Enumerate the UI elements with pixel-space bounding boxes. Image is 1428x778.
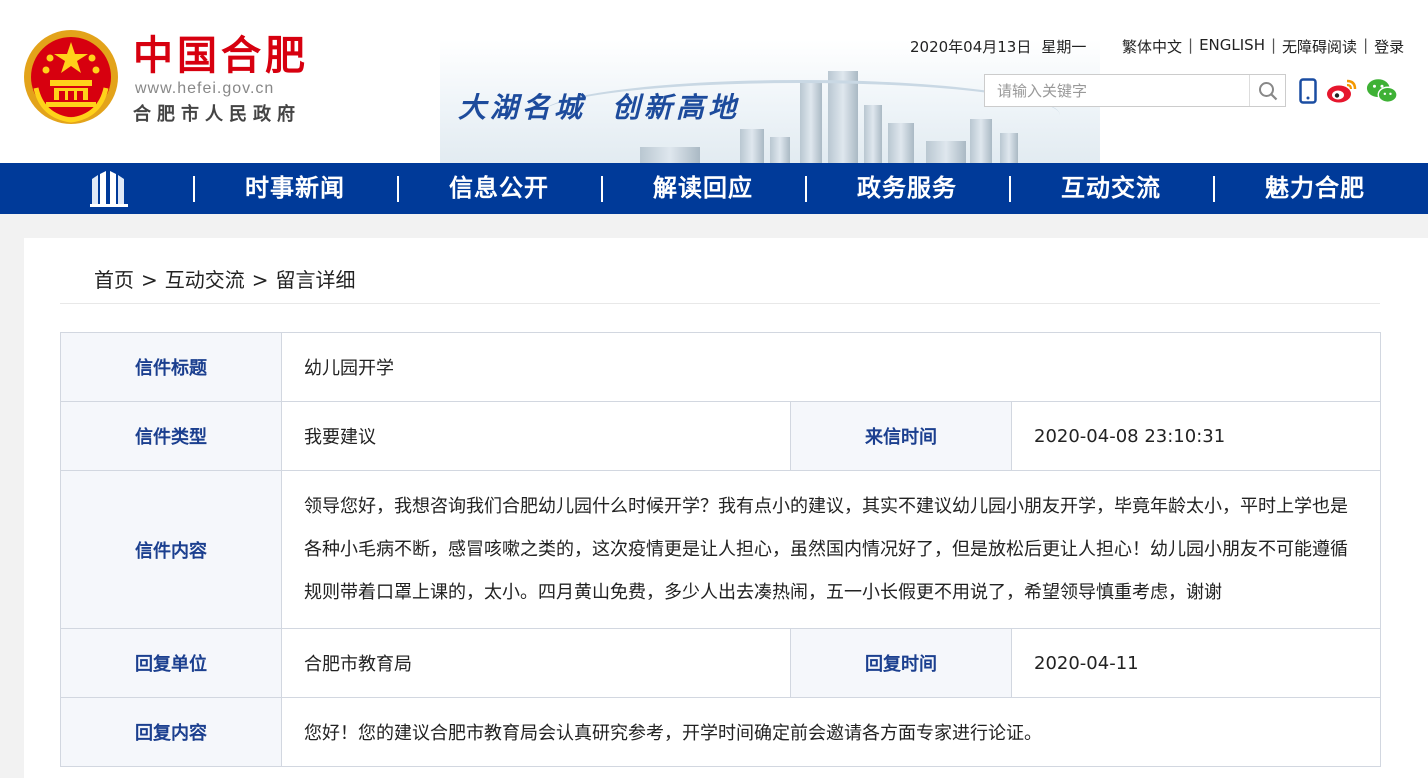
site-domain: www.hefei.gov.cn (135, 80, 275, 97)
nav-item-info-disclosure[interactable]: 信息公开 (399, 163, 599, 214)
main-nav: 时事新闻 信息公开 解读回应 政务服务 互动交流 魅力合肥 (0, 163, 1428, 214)
login-link[interactable]: 登录 (1374, 36, 1404, 57)
table-row: 回复单位 合肥市教育局 回复时间 2020-04-11 (60, 628, 1382, 698)
breadcrumb-separator: > (141, 268, 158, 292)
breadcrumb-home[interactable]: 首页 (94, 268, 134, 292)
breadcrumb: 首页 > 互动交流 > 留言详细 (94, 264, 356, 293)
search-button[interactable] (1249, 75, 1285, 106)
weibo-icon (1327, 79, 1357, 103)
breadcrumb-current: 留言详细 (275, 268, 356, 292)
top-links: 繁体中文 | ENGLISH | 无障碍阅读 | 登录 (1122, 36, 1404, 57)
title-label: 信件标题 (60, 332, 282, 402)
nav-home-button[interactable] (88, 171, 130, 207)
type-label: 信件类型 (60, 401, 282, 471)
traditional-chinese-link[interactable]: 繁体中文 (1122, 36, 1182, 57)
letter-title: 幼儿园开学 (280, 332, 1382, 402)
table-row: 信件标题 幼儿园开学 (60, 332, 1382, 402)
accessibility-link[interactable]: 无障碍阅读 (1282, 36, 1357, 57)
link-divider: | (1188, 36, 1194, 54)
reply-content: 您好！您的建议合肥市教育局会认真研究参考，开学时间确定前会邀请各方面专家进行论证… (280, 697, 1382, 767)
nav-item-interpretation[interactable]: 解读回应 (603, 163, 803, 214)
received-time: 2020-04-08 23:10:31 (1010, 401, 1382, 471)
site-subtitle: 合肥市人民政府 (133, 104, 301, 125)
received-time-label: 来信时间 (790, 401, 1012, 471)
current-date: 2020年04月13日 (910, 38, 1032, 56)
nav-item-charm-hefei[interactable]: 魅力合肥 (1215, 163, 1415, 214)
mobile-icon (1299, 78, 1317, 104)
search-icon (1258, 81, 1277, 100)
nav-item-interaction[interactable]: 互动交流 (1011, 163, 1211, 214)
letter-type: 我要建议 (281, 401, 791, 471)
slogan-part-2: 创新高地 (612, 91, 741, 124)
mobile-button[interactable] (1292, 76, 1324, 106)
english-link[interactable]: ENGLISH (1199, 36, 1265, 57)
current-weekday: 星期一 (1041, 38, 1087, 56)
wechat-icon (1366, 79, 1398, 103)
breadcrumb-interaction[interactable]: 互动交流 (165, 268, 245, 292)
reply-time: 2020-04-11 (1010, 628, 1382, 698)
nav-item-gov-services[interactable]: 政务服务 (807, 163, 1007, 214)
letter-detail-table: 信件标题 幼儿园开学 信件类型 我要建议 来信时间 2020-04-08 23:… (60, 332, 1382, 767)
search-box (984, 74, 1286, 107)
building-home-icon (90, 171, 128, 207)
breadcrumb-separator: > (251, 268, 269, 292)
reply-unit: 合肥市教育局 (281, 628, 791, 698)
letter-content: 领导您好，我想咨询我们合肥幼儿园什么时候开学？我有点小的建议，其实不建议幼儿园小… (280, 470, 1382, 629)
reply-time-label: 回复时间 (790, 628, 1012, 698)
nav-item-news[interactable]: 时事新闻 (195, 163, 395, 214)
date-display: 2020年04月13日 星期一 (910, 36, 1086, 57)
breadcrumb-divider (60, 303, 1380, 304)
table-row: 信件类型 我要建议 来信时间 2020-04-08 23:10:31 (60, 401, 1382, 471)
weibo-button[interactable] (1326, 76, 1358, 106)
wechat-button[interactable] (1366, 76, 1398, 106)
slogan: 大湖名城 创新高地 (458, 86, 740, 126)
reply-unit-label: 回复单位 (60, 628, 282, 698)
link-divider: | (1363, 36, 1369, 54)
site-name: 中国合肥 (133, 32, 309, 79)
main-content: 首页 > 互动交流 > 留言详细 信件标题 幼儿园开学 信件类型 我要建议 来信时间 2… (24, 238, 1428, 778)
reply-content-label: 回复内容 (60, 697, 282, 767)
content-label: 信件内容 (60, 470, 282, 629)
national-emblem-icon (22, 28, 120, 126)
table-row: 信件内容 领导您好，我想咨询我们合肥幼儿园什么时候开学？我有点小的建议，其实不建… (60, 470, 1382, 629)
slogan-part-1: 大湖名城 (458, 91, 587, 124)
site-header: 中国合肥 www.hefei.gov.cn 合肥市人民政府 大湖名城 创新高地 2… (0, 0, 1428, 163)
link-divider: | (1270, 36, 1277, 54)
table-row: 回复内容 您好！您的建议合肥市教育局会认真研究参考，开学时间确定前会邀请各方面专… (60, 697, 1382, 767)
search-input[interactable] (985, 75, 1251, 106)
